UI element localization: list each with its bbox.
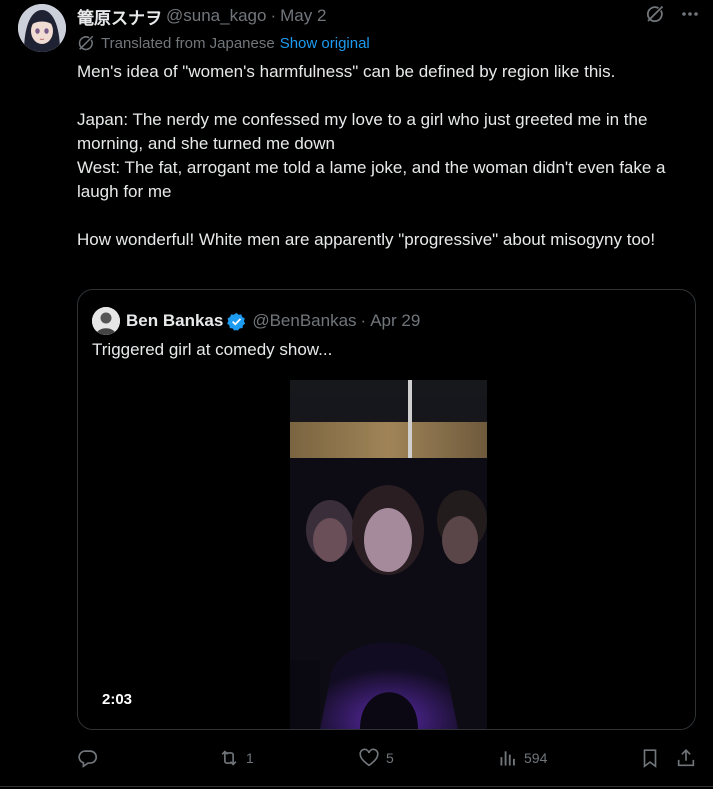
grok-icon[interactable] [645, 4, 665, 24]
tweet-header: 篭原スナヲ @suna_kago · May 2 [77, 4, 326, 29]
tweet-text-line: West: The fat, arrogant me told a lame j… [77, 158, 666, 201]
tweet[interactable]: 篭原スナヲ @suna_kago · May 2 Translated from… [0, 0, 713, 789]
repost-icon [218, 747, 240, 769]
quoted-avatar[interactable] [92, 307, 120, 335]
views-icon [498, 748, 518, 768]
like-count: 5 [386, 750, 394, 766]
translate-icon [77, 34, 95, 52]
reply-icon [77, 747, 99, 769]
tweet-body: Men's idea of "women's harmfulness" can … [77, 60, 697, 252]
quoted-tweet-header: Ben Bankas @BenBankas · Apr 29 [92, 307, 420, 335]
author-name[interactable]: 篭原スナヲ [77, 4, 162, 29]
tweet-text-line: Japan: The nerdy me confessed my love to… [77, 110, 648, 153]
more-icon[interactable] [681, 5, 699, 23]
separator: · [270, 6, 277, 25]
translated-label: Translated from Japanese [101, 34, 275, 52]
quoted-author-handle[interactable]: @BenBankas [252, 311, 356, 331]
repost-button[interactable]: 1 [218, 744, 254, 772]
views-count: 594 [524, 750, 548, 766]
tweet-date[interactable]: May 2 [280, 6, 326, 26]
like-button[interactable]: 5 [358, 744, 394, 772]
share-icon [675, 747, 697, 769]
bookmark-icon [639, 747, 661, 769]
avatar[interactable] [18, 4, 66, 52]
tweet-text-line: How wonderful! White men are apparently … [77, 230, 656, 249]
quoted-author-name[interactable]: Ben Bankas [126, 311, 223, 331]
divider [0, 786, 713, 787]
quoted-tweet-text: Triggered girl at comedy show... [92, 340, 333, 359]
reply-button[interactable] [77, 744, 105, 772]
repost-count: 1 [246, 750, 254, 766]
separator: · [360, 311, 367, 330]
views-button[interactable]: 594 [498, 744, 547, 772]
translation-notice: Translated from Japanese Show original [77, 34, 370, 52]
video-thumbnail[interactable] [290, 380, 487, 729]
tweet-top-actions [645, 4, 699, 24]
show-original-link[interactable]: Show original [280, 35, 370, 52]
bookmark-button[interactable] [639, 744, 661, 772]
author-handle[interactable]: @suna_kago [166, 6, 266, 26]
video-duration: 2:03 [102, 691, 133, 708]
video-player[interactable]: 2:03 [78, 378, 695, 729]
quoted-tweet[interactable]: Ben Bankas @BenBankas · Apr 29 Triggered… [77, 289, 696, 730]
quoted-tweet-date[interactable]: Apr 29 [370, 311, 420, 331]
like-icon [358, 747, 380, 769]
tweet-text-line: Men's idea of "women's harmfulness" can … [77, 62, 616, 81]
tweet-actions: 1 5 594 [77, 744, 697, 772]
share-button[interactable] [675, 744, 697, 772]
verified-badge-icon [227, 312, 246, 331]
